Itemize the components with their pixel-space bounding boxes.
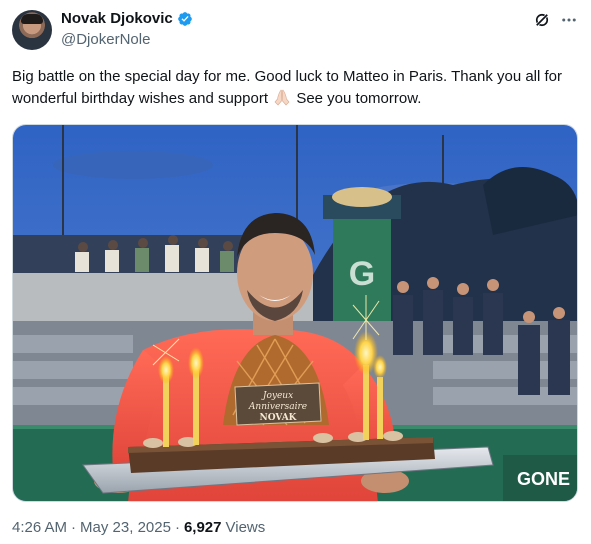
verified-badge-icon — [177, 11, 192, 26]
meta-separator: · — [174, 519, 180, 536]
author-name-row: Novak Djokovic — [61, 10, 193, 27]
views-count[interactable]: 6,927 — [184, 519, 222, 536]
photo-scene: G GONE Joyeux Anniversaire NOVAK — [13, 125, 577, 501]
folded-hands-icon — [274, 89, 290, 106]
cake-text-line3: NOVAK — [260, 413, 298, 423]
cake-text-line1: Joyeux — [261, 391, 293, 401]
author-display-name[interactable]: Novak Djokovic — [61, 10, 173, 27]
author-handle[interactable]: @DjokerNole — [61, 31, 150, 48]
svg-text:G: G — [349, 255, 375, 293]
post-photo[interactable]: G GONE Joyeux Anniversaire NOVAK — [12, 124, 578, 502]
grok-icon[interactable] — [533, 11, 551, 29]
post-card: Novak Djokovic @DjokerNole Big battle on… — [0, 0, 591, 544]
post-meta: 4:26 AM · May 23, 2025 · 6,927 Views — [12, 519, 265, 536]
avatar[interactable] — [12, 10, 52, 50]
more-icon[interactable] — [560, 11, 578, 29]
post-text: Big battle on the special day for me. Go… — [12, 66, 582, 110]
post-text-end: See you tomorrow. — [296, 90, 422, 107]
photo-sign-text: GONE — [517, 469, 570, 489]
post-date[interactable]: May 23, 2025 — [80, 519, 171, 536]
cake-text-line2: Anniversaire — [248, 402, 307, 412]
post-time[interactable]: 4:26 AM — [12, 519, 67, 536]
views-label: Views — [225, 519, 266, 536]
meta-separator: · — [71, 519, 77, 536]
